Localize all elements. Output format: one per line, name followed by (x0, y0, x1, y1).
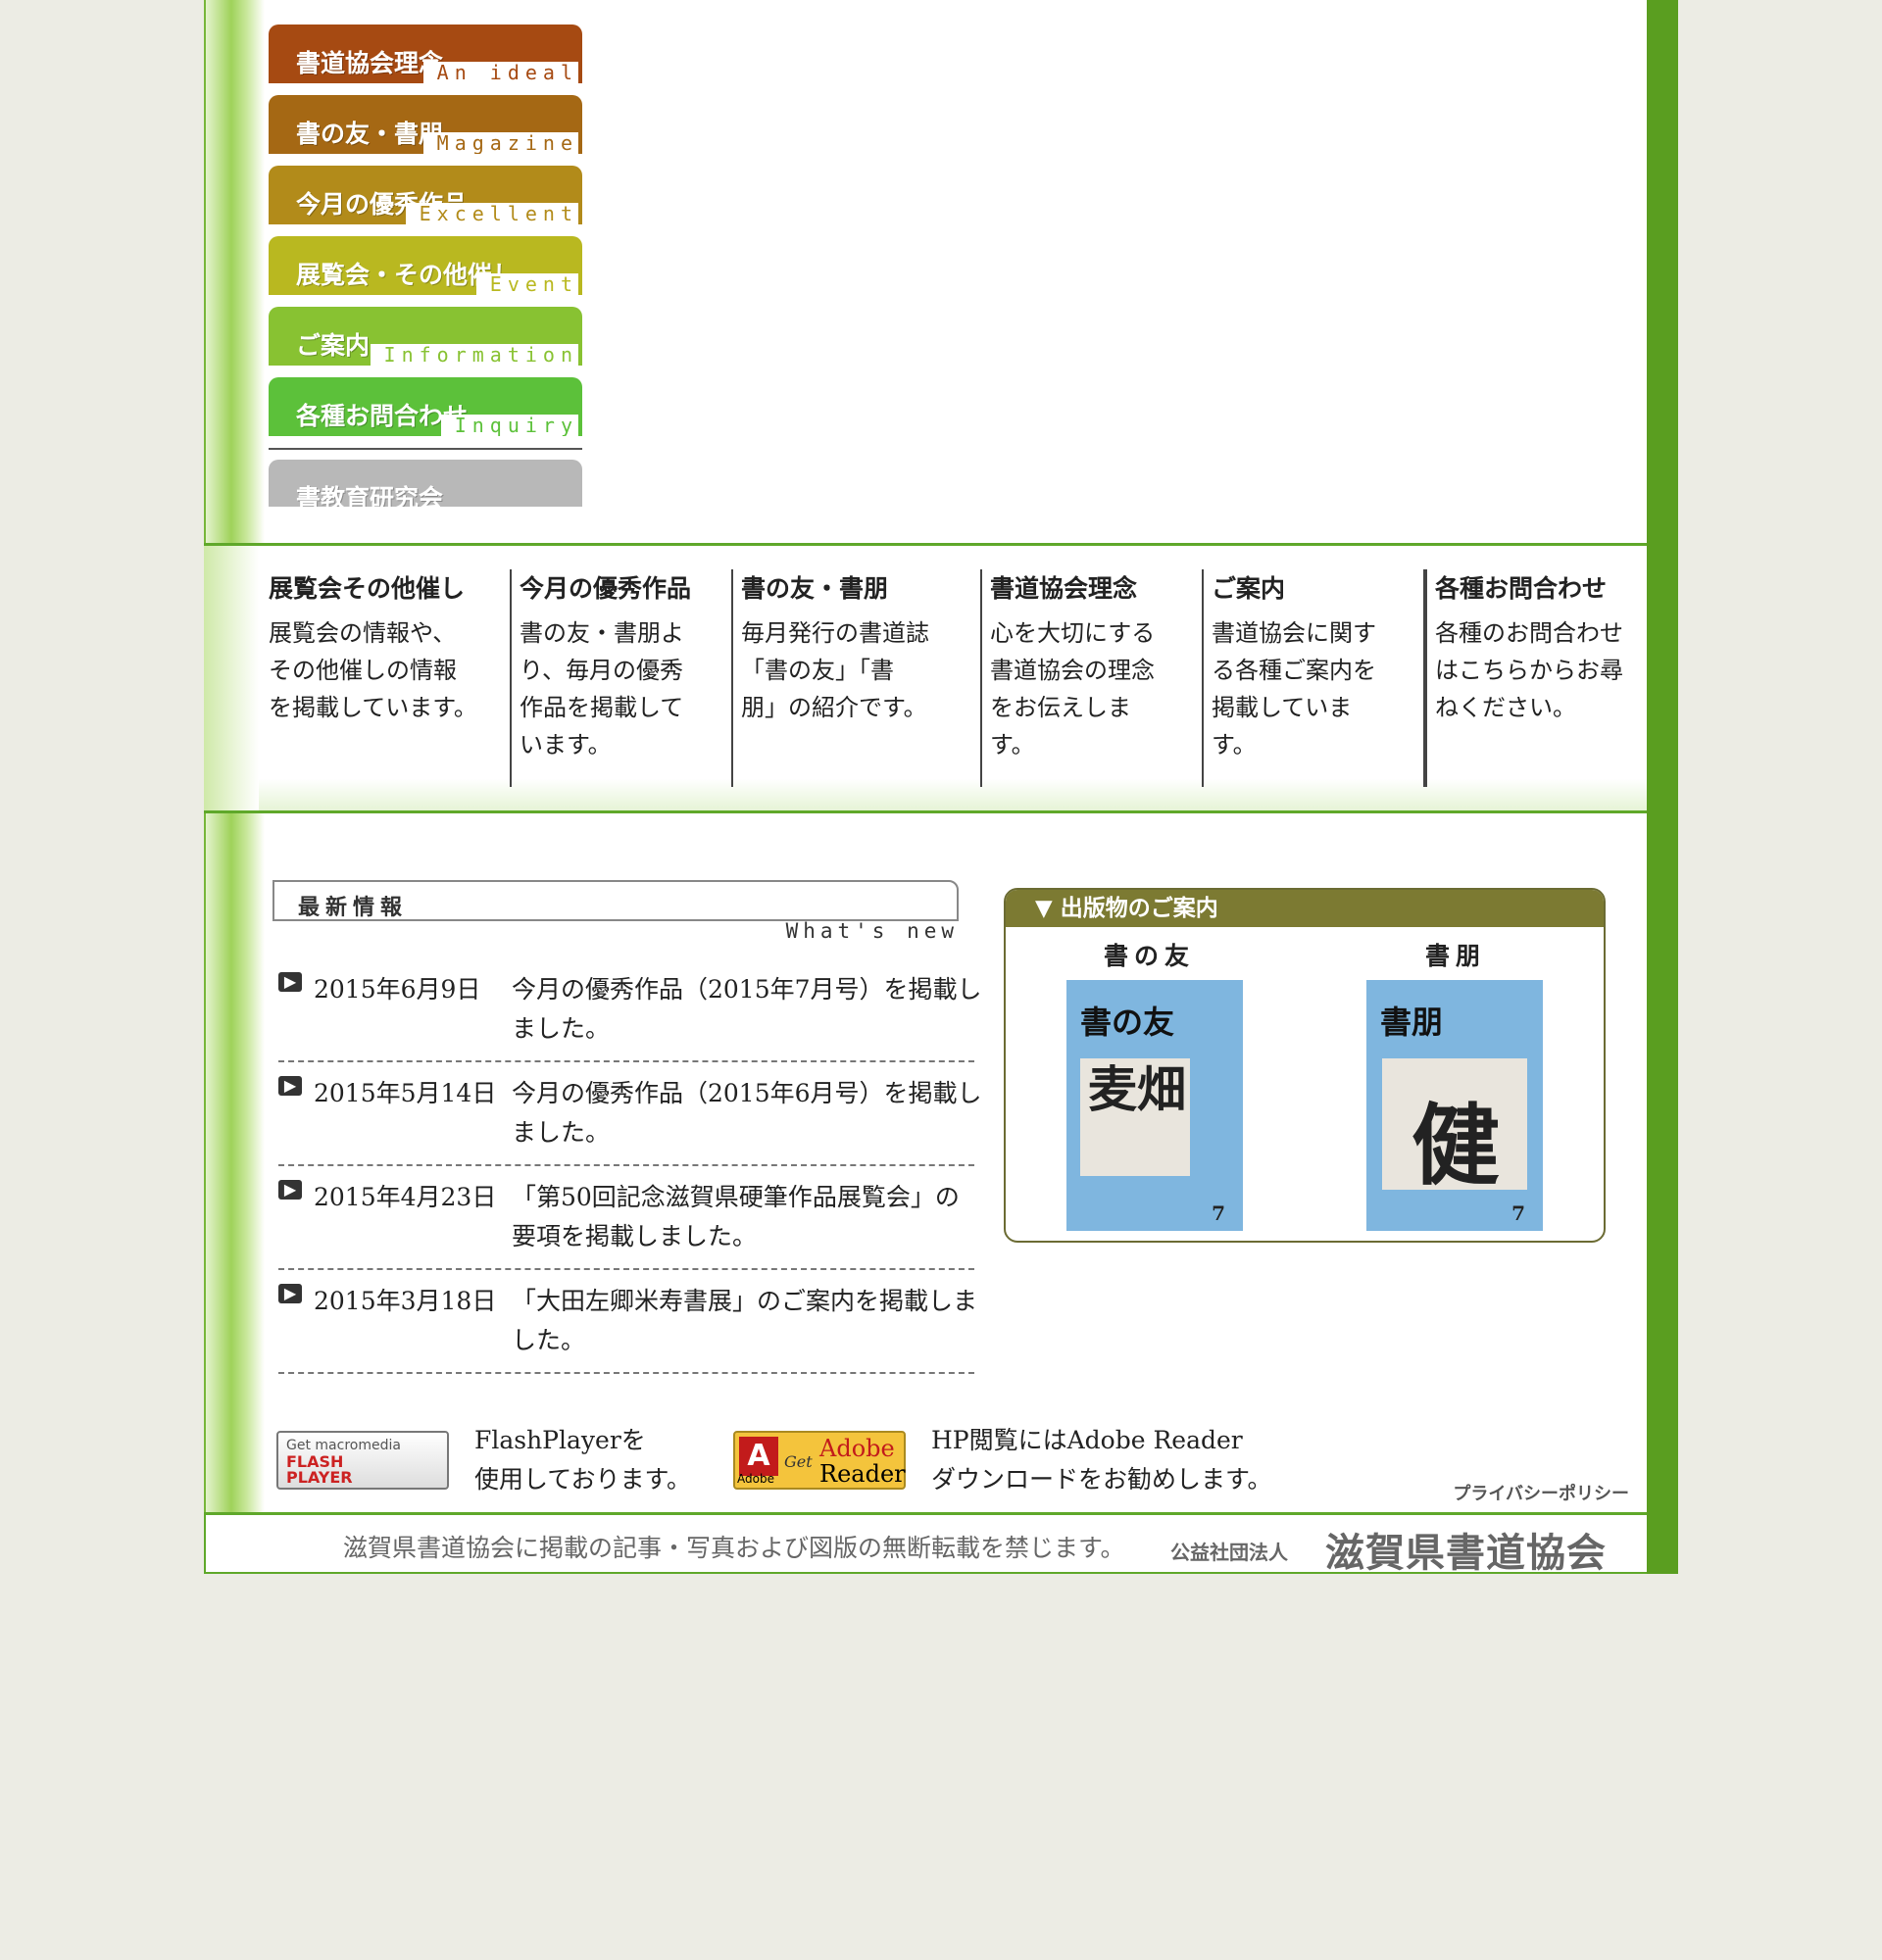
nav-item-magazine[interactable]: 書の友・書朋 Magazine (269, 95, 582, 154)
flash-badge-line1: Get macromedia (286, 1438, 401, 1453)
news-title: 最新情報 (298, 896, 409, 920)
footer: 滋賀県書道協会に掲載の記事・写真および図版の無断転載を禁じます。 公益社団法人 … (204, 1512, 1647, 1576)
category-desc: 書の友・書朋よ り、毎月の優秀 作品を掲載して います。 (520, 619, 684, 759)
publications-box: ▼ 出版物のご案内 書の友 書朋 書の友 麦畑 7 書朋 健 7 (1004, 888, 1606, 1243)
nav-item-excellent[interactable]: 今月の優秀作品 Excellent (269, 166, 582, 224)
cover-title: 書朋 (1380, 1004, 1444, 1041)
flash-note-line1: FlashPlayerを (474, 1426, 646, 1454)
category-inquiry[interactable]: 各種お問合わせ 各種のお問合わせ はこちらからお尋 ねください。 (1425, 569, 1647, 787)
category-event[interactable]: 展覧会その他催し 展覧会の情報や、 その他催しの情報 を掲載しています。 (261, 569, 512, 787)
cover-glyph: 麦畑 (1088, 1060, 1186, 1118)
adobe-logo-label: Adobe (737, 1472, 774, 1486)
adobe-logo-icon: A (739, 1437, 778, 1476)
nav-item-en-label: Magazine (422, 132, 578, 154)
news-date: 2015年3月18日 (314, 1287, 497, 1315)
adobe-note-line2: ダウンロードをお勧めします。 (931, 1465, 1272, 1494)
category-desc: 毎月発行の書道誌 「書の友」「書 朋」の紹介です。 (741, 619, 929, 721)
adobe-get-label: Get (784, 1452, 813, 1471)
nav-item-en-label: Inquiry (440, 415, 578, 436)
cover-artwork: 健 (1382, 1058, 1527, 1198)
cover-title: 書の友 (1080, 1004, 1175, 1041)
cover-issue: 7 (1212, 1201, 1225, 1225)
flash-player-badge[interactable]: Get macromedia FLASH PLAYER (276, 1431, 449, 1490)
nav-item-en-label: An ideal (422, 62, 578, 83)
nav-item-en-label: Excellent (405, 203, 578, 224)
news-date: 2015年5月14日 (314, 1079, 497, 1107)
nav-item-information[interactable]: ご案内 Information (269, 307, 582, 366)
nav-divider (269, 448, 582, 450)
org-name-logo: 滋賀県書道協会 (1325, 1531, 1607, 1576)
arrow-right-icon: ▶ (278, 972, 302, 992)
news-item[interactable]: ▶ 2015年5月14日 今月の優秀作品（2015年6月号）を掲載しました。 (278, 1074, 982, 1166)
band-left-decor (204, 546, 259, 810)
cover-issue: 7 (1511, 1201, 1525, 1225)
nav-item-label: 書の友・書朋 (296, 120, 444, 148)
news-item[interactable]: ▶ 2015年6月9日 今月の優秀作品（2015年7月号）を掲載しました。 (278, 970, 982, 1062)
adobe-brand-label: Adobe (819, 1435, 895, 1462)
news-date: 2015年6月9日 (314, 975, 481, 1004)
copyright-notice: 滋賀県書道協会に掲載の記事・写真および図版の無断転載を禁じます。 (343, 1534, 1125, 1562)
nav-item-label: ご案内 (296, 331, 371, 360)
publication-name: 書朋 (1425, 942, 1487, 970)
main-nav: 書道協会理念 An ideal 書の友・書朋 Magazine 今月の優秀作品 … (269, 24, 582, 518)
publication-cover-shoho[interactable]: 書朋 健 7 (1366, 980, 1543, 1231)
news-text[interactable]: 今月の優秀作品（2015年6月号）を掲載しました。 (512, 1074, 982, 1152)
category-band: 展覧会その他催し 展覧会の情報や、 その他催しの情報 を掲載しています。 今月の… (204, 543, 1647, 813)
category-desc: 心を大切にする 書道協会の理念 をお伝えしま す。 (990, 619, 1156, 759)
right-border-bar (1647, 0, 1678, 1574)
category-title: ご案内 (1212, 574, 1286, 603)
category-title: 今月の優秀作品 (520, 574, 692, 603)
category-desc: 各種のお問合わせ はこちらからお尋 ねください。 (1435, 619, 1623, 721)
arrow-right-icon: ▶ (278, 1180, 302, 1200)
category-information[interactable]: ご案内 書道協会に関す る各種ご案内を 掲載していま す。 (1204, 569, 1425, 787)
news-text[interactable]: 「大田左卿米寿書展」のご案内を掲載しました。 (512, 1282, 982, 1360)
category-desc: 書道協会に関す る各種ご案内を 掲載していま す。 (1212, 619, 1376, 759)
nav-item-ideal[interactable]: 書道協会理念 An ideal (269, 24, 582, 83)
nav-item-inquiry[interactable]: 各種お問合わせ Inquiry (269, 377, 582, 436)
privacy-policy-link[interactable]: プライバシーポリシー (1453, 1480, 1629, 1505)
page-container: 書道協会理念 An ideal 書の友・書朋 Magazine 今月の優秀作品 … (204, 0, 1678, 1576)
nav-item-en-label: Event (475, 273, 578, 295)
category-desc: 展覧会の情報や、 その他催しの情報 を掲載しています。 (269, 619, 477, 721)
adobe-reader-badge[interactable]: A Adobe Get Adobe Reader (733, 1431, 906, 1490)
publication-name: 書の友 (1104, 942, 1196, 970)
adobe-note-line1: HP閲覧にはAdobe Reader (931, 1426, 1243, 1454)
cover-artwork: 麦畑 (1080, 1058, 1190, 1176)
nav-item-en-label: Information (370, 344, 578, 366)
category-magazine[interactable]: 書の友・書朋 毎月発行の書道誌 「書の友」「書 朋」の紹介です。 (733, 569, 982, 787)
news-text[interactable]: 今月の優秀作品（2015年7月号）を掲載しました。 (512, 970, 982, 1049)
news-date: 2015年4月23日 (314, 1183, 497, 1211)
news-subtitle: What's new (785, 919, 959, 943)
news-header: 最新情報 (272, 880, 959, 921)
arrow-right-icon: ▶ (278, 1284, 302, 1303)
nav-item-label: 書教育研究会 (296, 484, 444, 507)
news-item[interactable]: ▶ 2015年3月18日 「大田左卿米寿書展」のご案内を掲載しました。 (278, 1282, 977, 1374)
category-title: 書の友・書朋 (741, 574, 889, 603)
category-ideal[interactable]: 書道協会理念 心を大切にする 書道協会の理念 をお伝えしま す。 (982, 569, 1204, 787)
category-excellent[interactable]: 今月の優秀作品 書の友・書朋よ り、毎月の優秀 作品を掲載して います。 (512, 569, 733, 787)
category-title: 展覧会その他催し (269, 574, 466, 603)
category-title: 各種お問合わせ (1435, 574, 1608, 603)
publications-header: ▼ 出版物のご案内 (1006, 890, 1604, 927)
nav-item-research[interactable]: 書教育研究会 (269, 460, 582, 507)
publication-cover-shonotomo[interactable]: 書の友 麦畑 7 (1066, 980, 1243, 1231)
org-type-label: 公益社団法人 (1170, 1541, 1288, 1564)
category-title: 書道協会理念 (990, 574, 1138, 603)
flash-note-line2: 使用しております。 (474, 1465, 692, 1494)
news-text[interactable]: 「第50回記念滋賀県硬筆作品展覧会」の要項を掲載しました。 (512, 1178, 982, 1256)
adobe-product-label: Reader (819, 1460, 906, 1488)
arrow-right-icon: ▶ (278, 1076, 302, 1096)
nav-item-label: 書道協会理念 (296, 49, 444, 77)
flash-badge-line3: PLAYER (286, 1468, 353, 1487)
nav-item-event[interactable]: 展覧会・その他催し Event (269, 236, 582, 295)
cover-glyph: 健 (1412, 1094, 1500, 1198)
news-item[interactable]: ▶ 2015年4月23日 「第50回記念滋賀県硬筆作品展覧会」の要項を掲載しまし… (278, 1178, 974, 1270)
